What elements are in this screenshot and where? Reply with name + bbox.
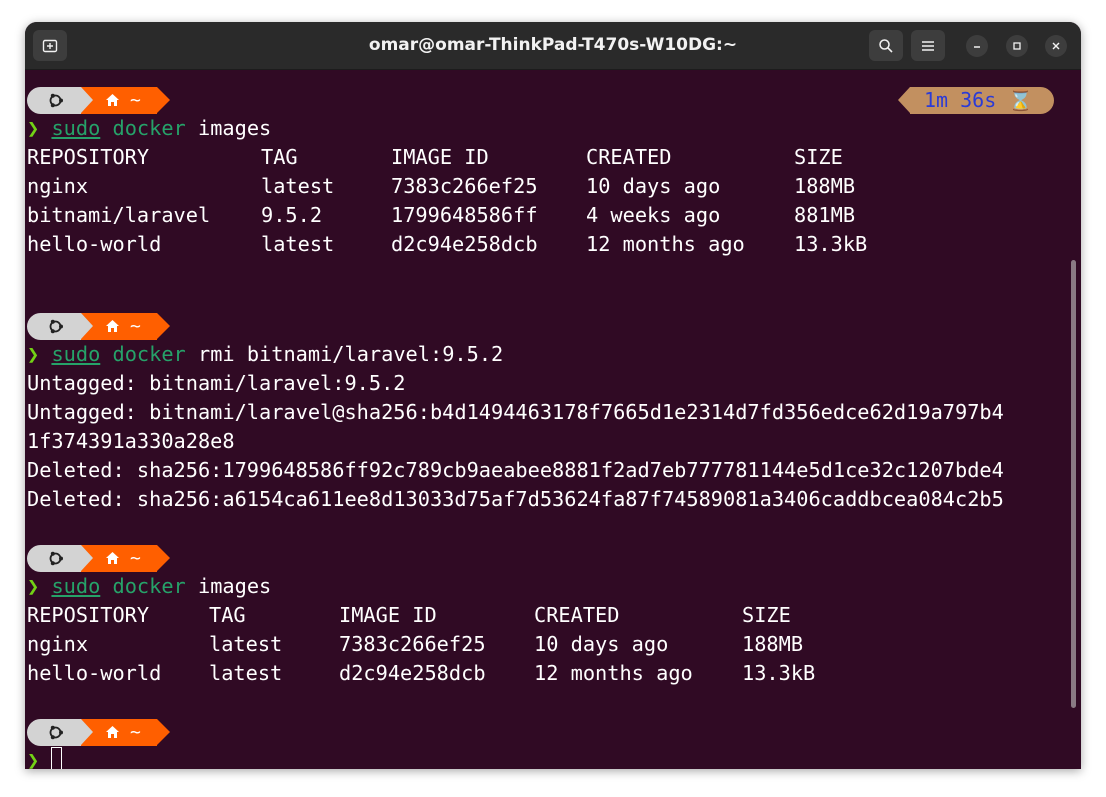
command-line: ❯ sudo docker images — [27, 114, 271, 143]
output-line: Untagged: bitnami/laravel@sha256:b4d1494… — [27, 400, 1004, 424]
command-duration-segment: 1m 36s ⌛ — [898, 87, 1054, 114]
command-line: ❯ sudo docker images — [27, 572, 271, 601]
hamburger-menu-icon — [922, 40, 934, 51]
prompt-chevron: ❯ — [27, 574, 40, 598]
active-command-line[interactable]: ❯ — [27, 746, 63, 769]
prompt-chevron: ❯ — [27, 748, 40, 769]
search-icon — [879, 38, 893, 53]
home-icon — [106, 94, 119, 106]
text-cursor — [51, 746, 63, 769]
command-line: ❯ sudo docker rmi bitnami/laravel:9.5.2 — [27, 340, 503, 369]
terminal-content[interactable]: 1m 36s ⌛ ~ ❯ sudo docker images REPOSITO… — [25, 70, 1081, 769]
table-row: nginx latest 7383c266ef25 10 days ago 18… — [27, 174, 856, 198]
command-args: rmi bitnami/laravel:9.5.2 — [197, 342, 504, 366]
table-row: hello-world latest d2c94e258dcb 12 month… — [27, 232, 868, 256]
prompt-chevron: ❯ — [27, 116, 40, 140]
prompt-dir: ~ — [130, 548, 141, 569]
output-line: Deleted: sha256:1799648586ff92c789cb9aea… — [27, 458, 1004, 482]
close-button[interactable] — [1045, 35, 1067, 57]
close-icon — [1052, 42, 1060, 50]
title-bar: omar@omar-ThinkPad-T470s-W10DG:~ — [25, 22, 1081, 70]
command-duration: 1m 36s ⌛ — [924, 88, 1034, 112]
command-bin: docker — [112, 342, 186, 366]
prompt-chevron: ❯ — [27, 342, 40, 366]
terminal-window: omar@omar-ThinkPad-T470s-W10DG:~ 1m 36s … — [25, 22, 1081, 769]
maximize-icon — [1013, 42, 1021, 50]
scrollbar[interactable] — [1071, 260, 1076, 708]
prompt-dir: ~ — [130, 90, 141, 111]
output-line: Untagged: bitnami/laravel:9.5.2 — [27, 371, 406, 395]
command-bin: docker — [112, 574, 186, 598]
table-row: hello-world latest d2c94e258dcb 12 month… — [27, 661, 816, 685]
table-row: bitnami/laravel 9.5.2 1799648586ff 4 wee… — [27, 203, 856, 227]
command-sudo: sudo — [51, 342, 101, 366]
prompt-dir: ~ — [130, 722, 141, 743]
output-line: Deleted: sha256:a6154ca611ee8d13033d75af… — [27, 487, 1004, 511]
ubuntu-logo-icon — [49, 725, 63, 740]
home-icon — [106, 726, 119, 738]
output-line: 1f374391a330a28e8 — [27, 429, 235, 453]
table-row: nginx latest 7383c266ef25 10 days ago 18… — [27, 632, 804, 656]
menu-button[interactable] — [911, 30, 945, 61]
minimize-icon — [974, 46, 980, 48]
table-header: REPOSITORY TAG IMAGE ID CREATED SIZE — [27, 145, 843, 169]
home-icon — [106, 320, 119, 332]
command-bin: docker — [112, 116, 186, 140]
maximize-button[interactable] — [1006, 35, 1028, 57]
command-sudo: sudo — [51, 574, 101, 598]
table-header: REPOSITORY TAG IMAGE ID CREATED SIZE — [27, 603, 791, 627]
ubuntu-logo-icon — [49, 93, 63, 108]
minimize-button[interactable] — [966, 35, 988, 57]
ubuntu-logo-icon — [49, 551, 63, 566]
command-sudo: sudo — [51, 116, 101, 140]
ubuntu-logo-icon — [49, 319, 63, 334]
command-args: images — [197, 574, 272, 598]
home-icon — [106, 552, 119, 564]
prompt-dir: ~ — [130, 316, 141, 337]
search-button[interactable] — [869, 30, 903, 61]
command-args: images — [197, 116, 272, 140]
